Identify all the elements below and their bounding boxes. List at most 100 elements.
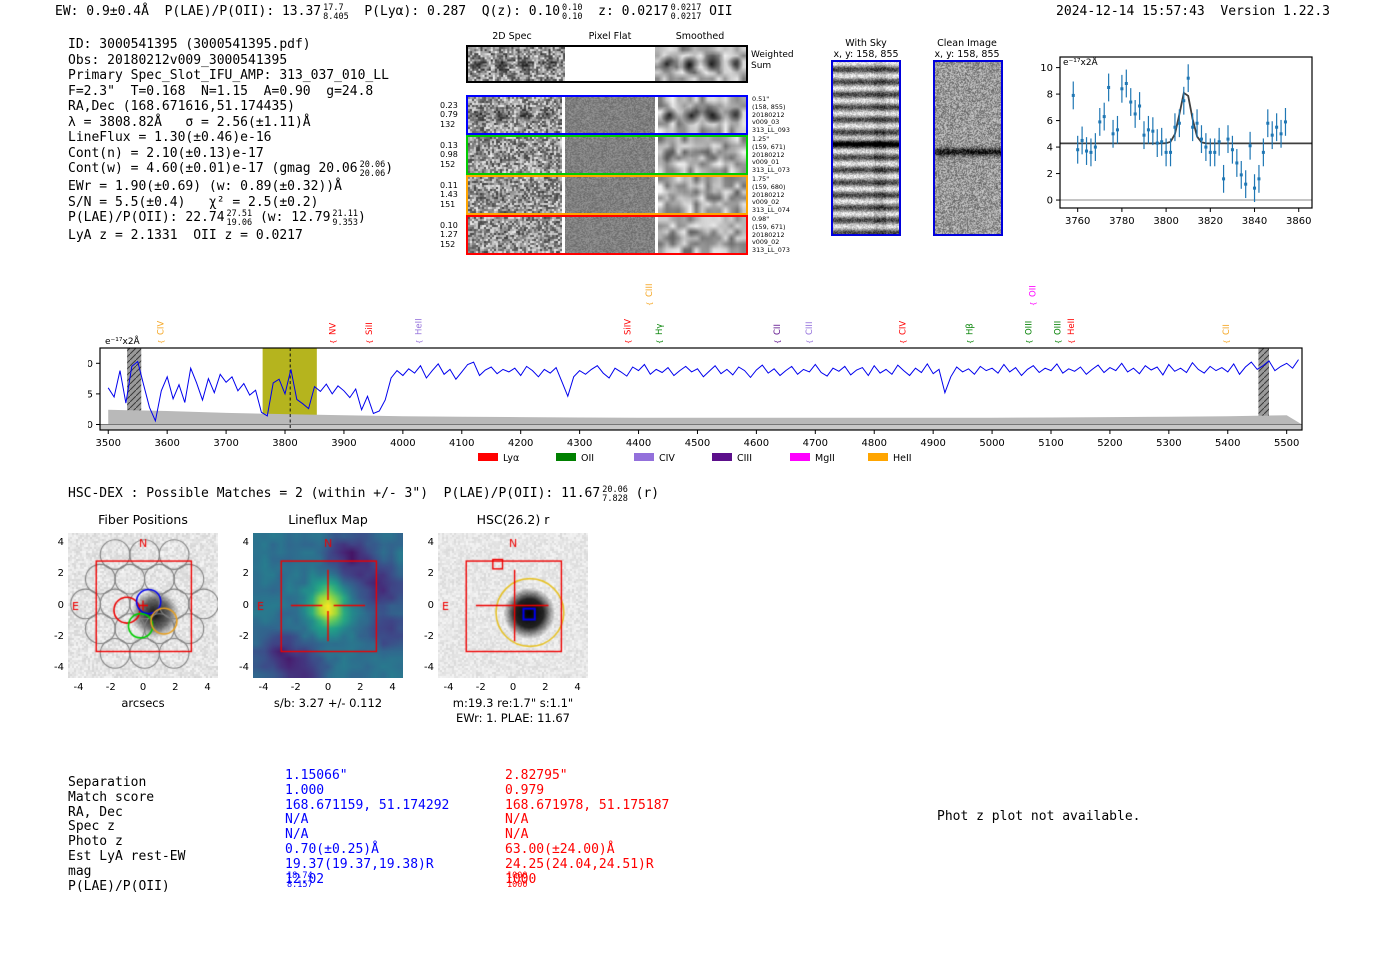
spec2d-weighted-row [466,45,748,83]
info-line: Cont(n) = 2.10(±0.13)e-17 [68,146,393,162]
emission-line-label: Hγ [655,324,665,335]
match-table-row: Separation 1.15066" 2.82795" [68,768,768,790]
fiber-row-details: 1.25" (159, 671) 20180212 v009_01 313_LL_073 [752,135,822,175]
emission-line-brace: { [1054,340,1062,344]
x-tick-label: 3860 [1286,216,1311,227]
emission-line-label: OIII [1025,321,1035,335]
fiber-weight-value: 152 [440,159,456,169]
text-segment: ID: 3000541395 (3000541395.pdf) [68,37,311,52]
emission-line-label: CIV [898,321,908,335]
fiber-row-weights: 0.23 0.79 132 [440,101,462,130]
emission-line-brace: { [330,340,338,344]
x-tick-label: 4700 [803,438,828,449]
text-segment: S/N = 5.5(±0.4) χ² = 2.5(±0.2) [68,194,319,210]
legend-label: Lyα [503,453,519,464]
text-segment: 1.15066" [285,768,348,783]
y-tick-label: 5 [88,389,93,400]
emission-line-brace: { [1223,340,1231,344]
smoothed-image [658,217,746,253]
text-segment: 1.000 [285,782,325,798]
info-line: EWr = 1.90(±0.69) (w: 0.89(±0.32))Å [68,179,393,195]
weighted-sum-label-line: Sum [751,61,772,71]
match-table-row: Match score 1.000 0.979 [68,782,768,805]
cutout-y-tick: 4 [57,537,64,549]
text-segment: P(LAE)/P(OII): 22.74 [68,210,225,225]
cutout-x-tick: 2 [542,682,549,693]
match-table-row: P(LAE)/P(OII) 12.02 18.74 8.157 1000 1000 1000 [68,871,768,894]
col-title-2dspec: 2D Spec [492,31,532,42]
text-segment: LineFlux = 1.30(±0.46)e-16 [68,130,272,145]
spec2d-fiber-row-3 [466,175,748,215]
emission-line-brace: { [806,340,814,344]
with-sky-title: With Sky x, y: 158, 855 [833,38,898,60]
sub-zero-strip [100,424,1302,430]
x-tick-label: 4800 [862,438,887,449]
emission-line-brace: { [899,340,907,344]
emission-line-label: CIV [157,321,167,335]
spec2d-image [468,217,562,253]
spectrum-legend: Lyα OII CIV CIII MgII HeII [478,453,912,464]
stacked-fraction: 0.0217 0.0217 [671,4,702,22]
cutout-x-tick: 4 [389,682,396,693]
x-tick-label: 4900 [920,438,945,449]
text-segment: Primary Spec_Slot_IFU_AMP: 313_037_010_L… [68,68,389,83]
clean-image-coords: x, y: 158, 855 [934,49,1000,60]
fiber-weight-value: 152 [440,239,456,249]
x-tick-label: 4500 [685,438,710,449]
emission-line-brace: { [1068,340,1076,344]
legend-label: CIII [737,453,752,464]
text-segment: RA,Dec (168.671616,51.174435) [68,99,295,114]
legend-label: CIV [659,453,675,464]
fiber-weight-value: 0.79 [440,110,458,119]
fraction-lower: 9.353 [332,218,359,228]
fiber-row-weights: 0.13 0.98 152 [440,141,462,170]
legend-label: OII [581,453,594,464]
photz-note: Phot z plot not available. [937,809,1141,824]
text-segment: 2.82795" [505,768,568,783]
spec2d-image [468,97,562,133]
emission-line-brace: { [1030,302,1038,306]
text-segment: Cont(n) = 2.10(±0.13)e-17 [68,145,264,161]
spec2d-image [468,177,562,213]
cutout-y-tick: -4 [239,661,249,673]
x-tick-label: 4200 [508,438,533,449]
fraction-lower: 8.157 [287,879,313,890]
cutout-y-tick: -2 [54,630,64,642]
cutout-y-tick: 0 [427,599,434,611]
x-tick-label: 3900 [331,438,356,449]
text-segment: 168.671978, 51.175187 [505,797,670,813]
version-label: Version 1.22.3 [1220,4,1330,19]
x-tick-label: 5300 [1156,438,1181,449]
fraction-lower: 19.06 [226,218,253,228]
info-line: S/N = 5.5(±0.4) χ² = 2.5(±0.2) [68,195,393,211]
gaussian-fit-line [1060,91,1312,145]
info-line: Obs: 20180212v009_3000541395 [68,53,393,69]
x-tick-label: 4400 [626,438,651,449]
fiber-detail-line: 313_LL_073 [752,166,790,175]
info-line: RA,Dec (168.671616,51.174435) [68,99,393,115]
y-tick-label: 0 [88,420,93,431]
emission-line-brace: { [366,340,374,344]
cutout-y-tick: -2 [239,630,249,642]
y-tick-label: 2 [1047,169,1053,180]
fiber-weight-value: 0.10 [440,220,458,230]
clean-image-title: Clean Image x, y: 158, 855 [934,38,999,60]
info-line: P(LAE)/P(OII): 22.74 27.51 19.06 (w: 12.79… [68,210,393,228]
full-spectrum-plot: 3500 3600 3700 3800 3900 4000 4100 4200 4300 4400… [88,284,1303,464]
emission-line-label: OII [1029,285,1039,297]
lineflux-caption: s/b: 3.27 +/- 0.112 [273,696,383,710]
text-segment: ) [358,210,366,225]
fraction-lower: 0.10 [562,12,583,22]
cutout-y-tick: 2 [57,568,64,580]
x-tick-label: 5200 [1097,438,1122,449]
pixel-flat-image [565,97,655,133]
fiber-positions-title: Fiber Positions [98,512,188,527]
text-segment: N/A [285,812,309,828]
hsc-cutout-image [438,533,588,678]
match-table-row: mag 19.37(19.37,19.38)R 24.25(24.04,24.51)… [68,857,768,879]
stacked-fraction: 18.74 8.157 [287,871,313,890]
y-tick-label: 10 [1040,63,1053,74]
cutout-y-tick: -4 [424,661,434,673]
text-segment: N/A [505,812,529,828]
fiber-detail-line: 313_LL_093 [752,126,790,135]
